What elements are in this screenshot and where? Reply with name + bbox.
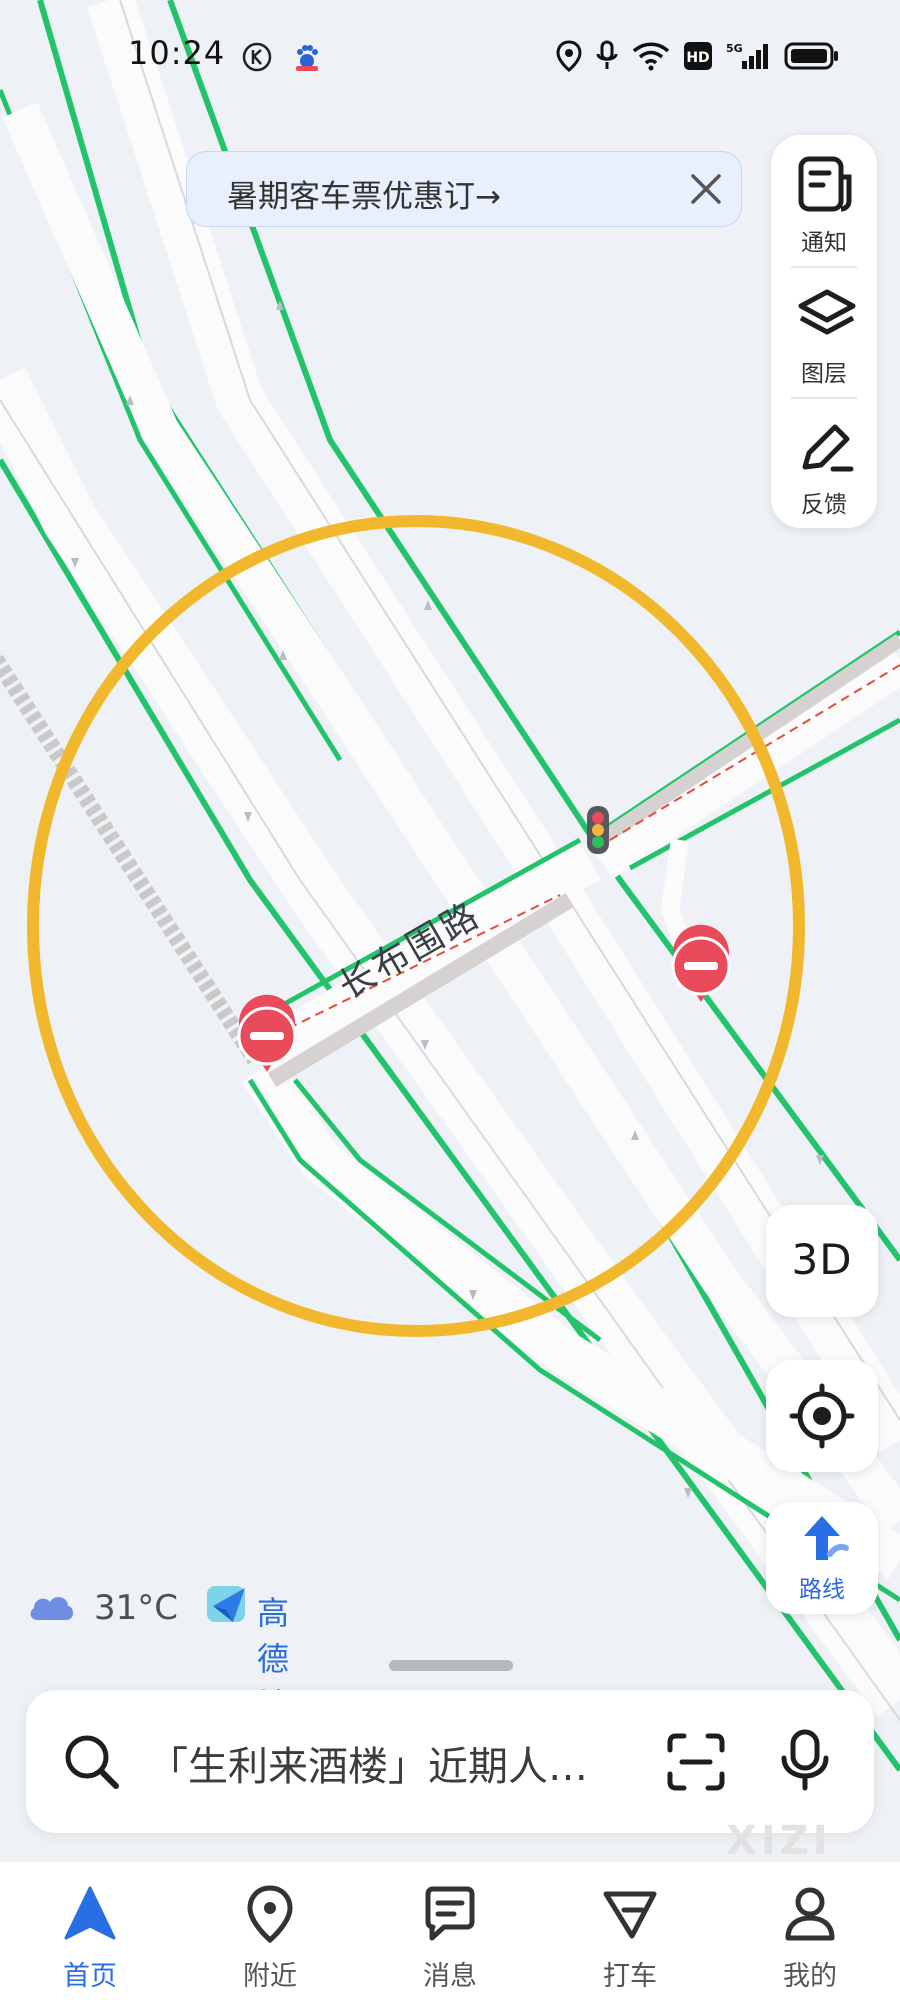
- tab-nearby[interactable]: 附近: [210, 1862, 330, 2000]
- microphone-icon[interactable]: [778, 1728, 832, 1792]
- tab-label: 附近: [243, 1961, 297, 1992]
- search-input[interactable]: 「生利来酒楼」近期人…: [148, 1734, 648, 1786]
- search-icon[interactable]: [60, 1730, 124, 1794]
- close-icon[interactable]: [685, 168, 727, 210]
- side-item-layers[interactable]: 图层: [771, 268, 877, 395]
- battery-icon: [784, 42, 838, 70]
- taxi-icon: [603, 1891, 657, 1939]
- hd-icon: HD: [684, 42, 712, 70]
- side-item-notice[interactable]: 通知: [771, 137, 877, 264]
- profile-icon: [785, 1887, 835, 1941]
- home-nav-icon: [64, 1886, 116, 1940]
- cloud-icon: [30, 1597, 73, 1620]
- temperature: 31°C: [94, 1588, 179, 1628]
- tab-profile[interactable]: 我的: [750, 1862, 870, 2000]
- traffic-light-marker[interactable]: [587, 806, 609, 854]
- nearby-pin-icon: [247, 1885, 293, 1944]
- promo-banner[interactable]: 暑期客车票优惠订→: [186, 151, 742, 227]
- tab-taxi[interactable]: 打车: [570, 1862, 690, 2000]
- tab-messages[interactable]: 消息: [390, 1862, 510, 2000]
- message-icon: [425, 1886, 475, 1941]
- side-item-label: 反馈: [801, 492, 847, 518]
- tab-label: 打车: [603, 1961, 657, 1992]
- tab-label: 首页: [63, 1961, 117, 1992]
- tab-label: 消息: [423, 1961, 477, 1992]
- 3d-label: 3D: [791, 1235, 853, 1284]
- k-badge-icon: [242, 42, 272, 72]
- side-item-label: 图层: [801, 361, 847, 387]
- banner-text[interactable]: 暑期客车票优惠订→: [227, 171, 501, 216]
- scan-icon[interactable]: [666, 1732, 726, 1792]
- svg-text:5G: 5G: [726, 42, 743, 55]
- route-arrow-icon: [804, 1516, 849, 1560]
- notice-icon: [798, 156, 852, 212]
- route-button[interactable]: 路线: [766, 1502, 878, 1614]
- svg-text:HD: HD: [686, 50, 709, 66]
- side-item-label: 通知: [801, 230, 847, 256]
- layers-icon: [798, 289, 856, 335]
- mic-icon: [596, 40, 618, 69]
- bottom-tab-bar: 首页 附近 消息 打车 我的: [0, 1862, 900, 2000]
- 5g-signal-icon: 5G: [726, 42, 768, 69]
- status-icons: HD 5G: [556, 36, 840, 76]
- status-time: 10:24: [128, 34, 226, 72]
- search-card[interactable]: 「生利来酒楼」近期人…: [26, 1690, 874, 1833]
- locate-button[interactable]: [766, 1360, 878, 1472]
- feedback-pen-icon: [802, 424, 854, 472]
- sheet-drag-handle[interactable]: [389, 1660, 513, 1671]
- wifi-icon: [632, 42, 670, 71]
- tab-label: 我的: [783, 1961, 837, 1992]
- paw-app-icon: [296, 45, 318, 71]
- 3d-view-button[interactable]: 3D: [766, 1205, 878, 1317]
- status-bar: 10:24 HD 5G: [0, 0, 900, 110]
- location-icon: [556, 40, 582, 72]
- watermark: XIZI: [726, 1818, 832, 1864]
- amap-logo-icon: [207, 1586, 245, 1622]
- crosshair-icon: [789, 1383, 855, 1449]
- tab-home[interactable]: 首页: [30, 1862, 150, 2000]
- route-label: 路线: [799, 1577, 845, 1603]
- side-tool-panel: 通知 图层 反馈: [771, 135, 877, 528]
- side-item-feedback[interactable]: 反馈: [771, 399, 877, 526]
